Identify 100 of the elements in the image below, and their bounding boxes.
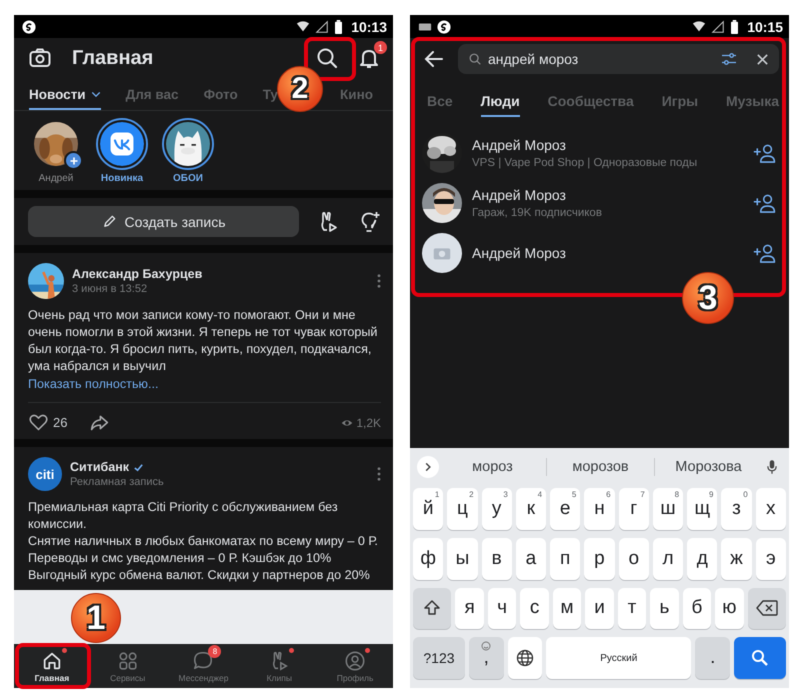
keyboard-key[interactable]: [508, 637, 542, 679]
keyboard-key[interactable]: л: [652, 538, 684, 580]
smiley-icon: [481, 641, 492, 652]
more-icon[interactable]: [377, 467, 381, 481]
close-icon[interactable]: [756, 52, 769, 66]
filter-icon[interactable]: [720, 52, 738, 66]
show-more-link[interactable]: Показать полностью...: [28, 376, 158, 393]
keyboard-key[interactable]: 1 й: [413, 488, 444, 530]
keyboard-key[interactable]: ч: [488, 588, 516, 630]
create-post-button[interactable]: Создать запись: [28, 206, 299, 237]
word-suggestion[interactable]: морозов: [551, 459, 650, 475]
post-subtitle: Рекламная запись: [70, 476, 164, 488]
grid-icon: [116, 650, 139, 672]
add-friend-icon[interactable]: [753, 242, 777, 264]
more-icon[interactable]: [377, 274, 381, 288]
post-author[interactable]: Александр Бахурцев: [72, 267, 202, 281]
add-friend-icon[interactable]: [753, 142, 777, 164]
keyboard-key[interactable]: х: [756, 488, 786, 530]
keyboard-key[interactable]: 7 г: [618, 488, 649, 530]
heart-icon[interactable]: [28, 412, 49, 433]
status-time: 10:13: [351, 18, 387, 34]
signal-icon: [711, 20, 726, 34]
profile-icon: [344, 650, 366, 672]
keyboard-key[interactable]: 5 е: [550, 488, 580, 530]
keyboard-key[interactable]: ы: [447, 538, 478, 580]
post-text: Очень рад что мои записи кому-то помогают. Они и мне очень помогли в этой жизни. Я теперь не тот чувак который был когда-то. Я бросил пить, курить, похудел, подкачался, ума набрался и выучил: [28, 307, 378, 375]
person-name[interactable]: Андрей Мороз: [472, 245, 566, 261]
post-text: Премиальная карта Citi Priority с обслуживанием без комиссии.: [28, 499, 339, 533]
story-name: Андрей: [38, 173, 74, 184]
nav-tab[interactable]: Главная: [14, 644, 90, 688]
search-field[interactable]: андрей мороз: [458, 44, 779, 74]
person-name[interactable]: Андрей Мороз: [472, 187, 602, 203]
person-subtitle: VPS | Vape Pod Shop | Одноразовые поды: [472, 157, 698, 169]
camera-icon[interactable]: [28, 46, 52, 70]
search-icon: [750, 648, 770, 668]
screen-title: Главная: [72, 46, 154, 70]
keyboard-key[interactable]: 9 щ: [687, 488, 718, 530]
app-icon: [437, 20, 451, 34]
microphone-icon[interactable]: [766, 459, 778, 475]
search-tab[interactable]: Люди: [480, 87, 520, 117]
wifi-icon: [692, 20, 706, 34]
story-name: ОБОИ: [173, 173, 203, 184]
keyboard-key[interactable]: м: [552, 588, 582, 630]
keyboard-key[interactable]: ь: [650, 588, 679, 630]
nav-tab[interactable]: 8 Мессенджер: [166, 644, 242, 688]
keyboard-key[interactable]: 2 ц: [447, 488, 478, 530]
nav-tab[interactable]: Клипы: [241, 644, 318, 688]
post-text: Снятие наличных в любых банкоматах по всему миру – 0 Р. Переводы и смс уведомления – 0 Р. Кэшбэк до 10%: [28, 533, 379, 567]
word-suggestion[interactable]: Морозова: [659, 459, 758, 475]
keyboard-key[interactable]: э: [756, 538, 786, 580]
expand-icon[interactable]: [417, 456, 439, 478]
signal-icon: [315, 20, 330, 34]
globe-icon: [516, 649, 534, 668]
shift-icon: [423, 599, 442, 618]
search-icon[interactable]: [315, 46, 339, 70]
feed-tab[interactable]: Новости: [29, 78, 101, 110]
chat-icon: [192, 650, 214, 672]
keyboard-key[interactable]: п: [550, 538, 580, 580]
keyboard-key[interactable]: ф: [413, 538, 444, 580]
keyboard-key[interactable]: 8 ш: [652, 488, 684, 530]
keyboard-key[interactable]: д: [687, 538, 718, 580]
keyboard-key[interactable]: и: [585, 588, 614, 630]
post-subtitle: 3 июня в 13:52: [72, 283, 148, 295]
keyboard-key[interactable]: ,: [468, 637, 504, 679]
search-input[interactable]: андрей мороз: [488, 51, 714, 67]
keyboard-key[interactable]: а: [516, 538, 546, 580]
keyboard-key[interactable]: т: [618, 588, 646, 630]
keyboard-key[interactable]: 3 у: [482, 488, 512, 530]
keyboard-key[interactable]: [413, 588, 452, 630]
pencil-icon: [102, 214, 116, 229]
keyboard-key[interactable]: .: [695, 637, 730, 679]
chevron-icon: [90, 90, 101, 98]
person-name[interactable]: Андрей Мороз: [472, 137, 698, 153]
keyboard-key[interactable]: б: [682, 588, 712, 630]
nav-tab[interactable]: Сервисы: [90, 644, 166, 688]
post-author[interactable]: Ситибанк: [70, 460, 129, 474]
keyboard-key[interactable]: в: [482, 538, 512, 580]
keyboard-key[interactable]: ю: [715, 588, 744, 630]
keyboard-key[interactable]: 6 н: [584, 488, 615, 530]
battery-icon: [730, 20, 740, 34]
keyboard-key[interactable]: р: [584, 538, 615, 580]
keyboard-key[interactable]: [748, 588, 786, 630]
app-logo-icon: [100, 122, 144, 166]
backspace-icon: [756, 600, 778, 616]
keyboard-key[interactable]: о: [618, 538, 649, 580]
word-suggestion[interactable]: мороз: [443, 459, 542, 475]
add-friend-icon[interactable]: [753, 192, 777, 214]
person-subtitle: Гараж, 19K подписчиков: [472, 207, 602, 219]
keyboard-key[interactable]: Русский: [546, 637, 692, 679]
status-time: 10:15: [747, 18, 783, 34]
keyboard-key[interactable]: я: [455, 588, 484, 630]
unread-badge: 8: [208, 644, 222, 658]
keyboard-key[interactable]: ж: [721, 538, 752, 580]
keyboard-key[interactable]: 0 з: [721, 488, 752, 530]
like-count: 26: [53, 415, 68, 430]
keyboard-key[interactable]: ?123: [413, 637, 465, 679]
keyboard-key[interactable]: с: [520, 588, 549, 630]
nav-tab[interactable]: Профиль: [317, 644, 393, 688]
battery-icon: [334, 20, 344, 34]
keyboard-key[interactable]: 4 к: [516, 488, 546, 530]
